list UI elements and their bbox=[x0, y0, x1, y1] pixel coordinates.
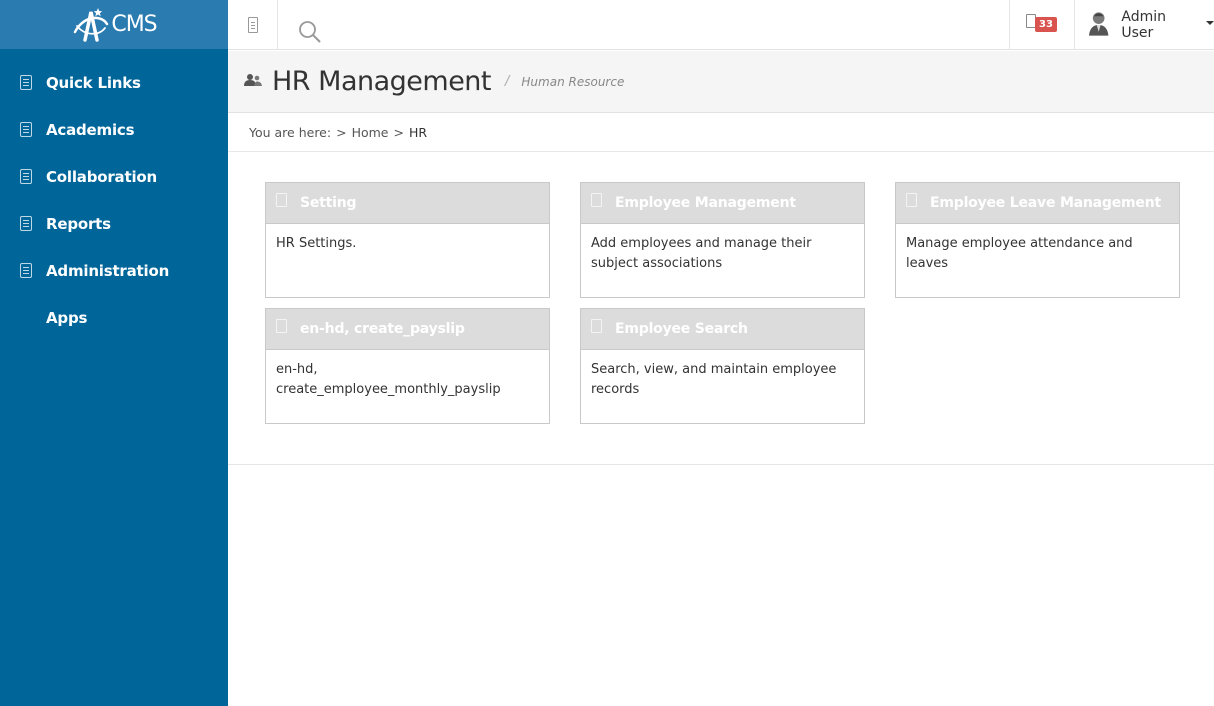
breadcrumb-separator: > bbox=[336, 125, 347, 140]
document-icon bbox=[20, 122, 32, 137]
document-icon bbox=[20, 263, 32, 278]
sidebar-item-label: Quick Links bbox=[46, 73, 141, 92]
sidebar-item-administration[interactable]: Administration bbox=[0, 247, 228, 294]
document-icon bbox=[591, 193, 602, 207]
document-icon bbox=[591, 319, 602, 333]
sidebar-toggle-button[interactable] bbox=[228, 0, 278, 50]
top-bar: 33 Admin User bbox=[228, 0, 1214, 50]
notifications-button[interactable]: 33 bbox=[1009, 0, 1075, 50]
sidebar: CMS Quick Links Academics Collaboration … bbox=[0, 0, 228, 706]
search-button[interactable] bbox=[298, 20, 322, 44]
logo-swirl-icon bbox=[74, 7, 109, 42]
sidebar-item-label: Reports bbox=[46, 214, 111, 233]
notification-count-badge: 33 bbox=[1035, 17, 1057, 32]
breadcrumb: You are here: > Home > HR bbox=[228, 114, 1214, 152]
user-name: Admin User bbox=[1121, 9, 1166, 41]
sidebar-item-label: Academics bbox=[46, 120, 135, 139]
document-icon bbox=[20, 169, 32, 184]
users-icon bbox=[244, 73, 262, 86]
breadcrumb-separator: > bbox=[393, 125, 404, 140]
card-title: Employee Management bbox=[615, 195, 796, 211]
app-logo[interactable]: CMS bbox=[0, 0, 228, 49]
sidebar-item-quick-links[interactable]: Quick Links bbox=[0, 59, 228, 106]
card-title: en-hd, create_payslip bbox=[300, 321, 465, 337]
search-icon bbox=[299, 21, 321, 43]
sidebar-nav: Quick Links Academics Collaboration Repo… bbox=[0, 49, 228, 341]
card-employee-leave-management[interactable]: Employee Leave Management Manage employe… bbox=[895, 182, 1180, 298]
card-description: en-hd, create_employee_monthly_payslip bbox=[276, 362, 501, 397]
card-employee-search[interactable]: Employee Search Search, view, and mainta… bbox=[580, 308, 865, 424]
chevron-down-icon bbox=[1206, 21, 1214, 25]
card-description: HR Settings. bbox=[276, 236, 357, 251]
main-content: Setting HR Settings. Employee Management… bbox=[228, 152, 1214, 465]
card-title: Employee Search bbox=[615, 321, 748, 337]
document-icon bbox=[906, 193, 917, 207]
card-title: Setting bbox=[300, 195, 357, 211]
document-icon bbox=[276, 193, 287, 207]
card-setting[interactable]: Setting HR Settings. bbox=[265, 182, 550, 298]
page-subtitle: Human Resource bbox=[521, 74, 625, 89]
card-description: Search, view, and maintain employee reco… bbox=[591, 362, 837, 397]
card-description: Manage employee attendance and leaves bbox=[906, 236, 1133, 271]
document-icon bbox=[20, 216, 32, 231]
document-icon bbox=[247, 17, 258, 33]
page-header: HR Management / Human Resource bbox=[228, 51, 1214, 113]
breadcrumb-home-link[interactable]: Home bbox=[352, 125, 389, 140]
avatar bbox=[1088, 12, 1109, 36]
blank-icon bbox=[20, 310, 32, 325]
page-title: HR Management bbox=[272, 66, 492, 97]
sidebar-item-label: Apps bbox=[46, 308, 88, 327]
card-header: Setting bbox=[266, 183, 549, 224]
sidebar-item-reports[interactable]: Reports bbox=[0, 200, 228, 247]
card-header: Employee Search bbox=[581, 309, 864, 350]
card-header: en-hd, create_payslip bbox=[266, 309, 549, 350]
title-separator: / bbox=[505, 74, 510, 89]
sidebar-item-academics[interactable]: Academics bbox=[0, 106, 228, 153]
user-menu[interactable]: Admin User bbox=[1088, 0, 1214, 50]
sidebar-item-collaboration[interactable]: Collaboration bbox=[0, 153, 228, 200]
card-create-payslip[interactable]: en-hd, create_payslip en-hd, create_empl… bbox=[265, 308, 550, 424]
card-title: Employee Leave Management bbox=[930, 195, 1161, 211]
breadcrumb-prefix: You are here: bbox=[249, 125, 332, 140]
card-description: Add employees and manage their subject a… bbox=[591, 236, 812, 271]
document-icon bbox=[276, 319, 287, 333]
card-header: Employee Leave Management bbox=[896, 183, 1179, 224]
sidebar-item-label: Collaboration bbox=[46, 167, 157, 186]
sidebar-item-label: Administration bbox=[46, 261, 170, 280]
sidebar-item-apps[interactable]: Apps bbox=[0, 294, 228, 341]
logo-text: CMS bbox=[111, 12, 157, 37]
card-header: Employee Management bbox=[581, 183, 864, 224]
document-icon bbox=[20, 75, 32, 90]
card-employee-management[interactable]: Employee Management Add employees and ma… bbox=[580, 182, 865, 298]
breadcrumb-current: HR bbox=[408, 125, 428, 140]
